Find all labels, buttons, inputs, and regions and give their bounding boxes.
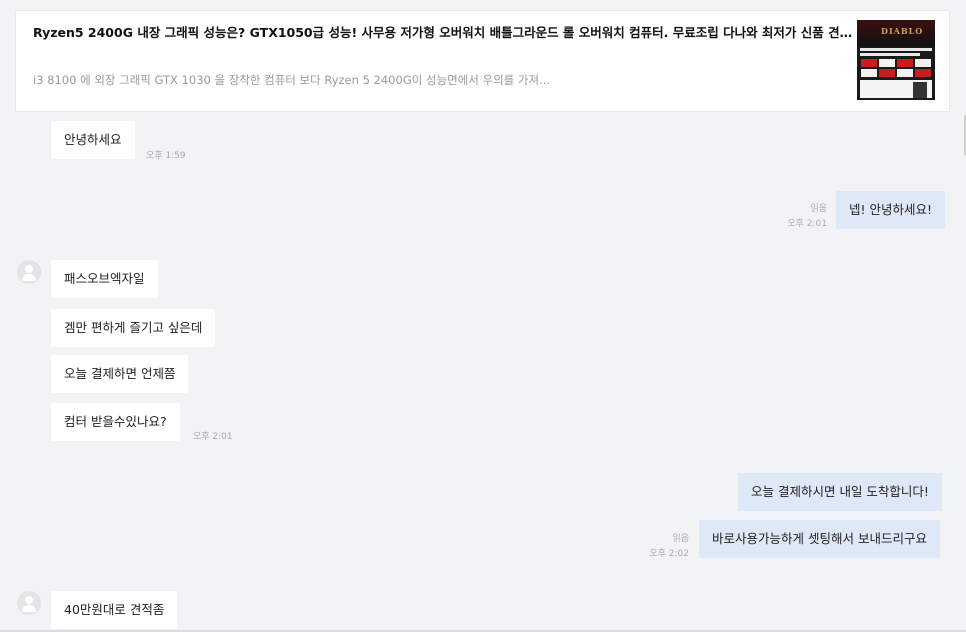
message-bubble-sent[interactable]: 넵! 안녕하세요! — [836, 191, 945, 229]
message-time: 오후 2:01 — [787, 219, 827, 229]
message-bubble-received[interactable]: 패스오브엑자일 — [51, 260, 158, 298]
message-bubble-sent[interactable]: 바로사용가능하게 셋팅해서 보내드리구요 — [699, 520, 940, 558]
link-preview-description: i3 8100 에 외장 그래픽 GTX 1030 을 장착한 컴퓨터 보다 R… — [33, 73, 551, 87]
message-time: 오후 1:59 — [146, 151, 186, 161]
message-bubble-received[interactable]: 컴터 받을수있나요? — [51, 403, 180, 441]
message-bubble-received[interactable]: 오늘 결제하면 언제쯤 — [51, 355, 189, 393]
read-receipt: 읽음 — [672, 534, 689, 544]
chat-window: Ryzen5 2400G 내장 그래픽 성능은? GTX1050급 성능! 사무… — [0, 0, 966, 632]
message-time: 오후 2:01 — [193, 432, 233, 442]
user-avatar-icon[interactable] — [17, 260, 41, 284]
product-thumbnail-image[interactable]: DIABLO — [857, 20, 935, 100]
message-bubble-received[interactable]: 겜만 편하게 즐기고 싶은데 — [51, 309, 216, 347]
link-preview-title[interactable]: Ryzen5 2400G 내장 그래픽 성능은? GTX1050급 성능! 사무… — [33, 22, 853, 41]
link-preview-card[interactable]: Ryzen5 2400G 내장 그래픽 성능은? GTX1050급 성능! 사무… — [15, 10, 950, 112]
message-bubble-received[interactable]: 안녕하세요 — [51, 121, 135, 159]
read-receipt: 읽음 — [810, 204, 827, 214]
message-bubble-received[interactable]: 40만원대로 견적좀 — [51, 591, 178, 629]
thumbnail-logo: DIABLO — [881, 26, 924, 36]
user-avatar-icon[interactable] — [17, 591, 41, 615]
message-bubble-sent[interactable]: 오늘 결제하시면 내일 도착합니다! — [738, 473, 942, 511]
message-time: 오후 2:02 — [649, 549, 689, 559]
